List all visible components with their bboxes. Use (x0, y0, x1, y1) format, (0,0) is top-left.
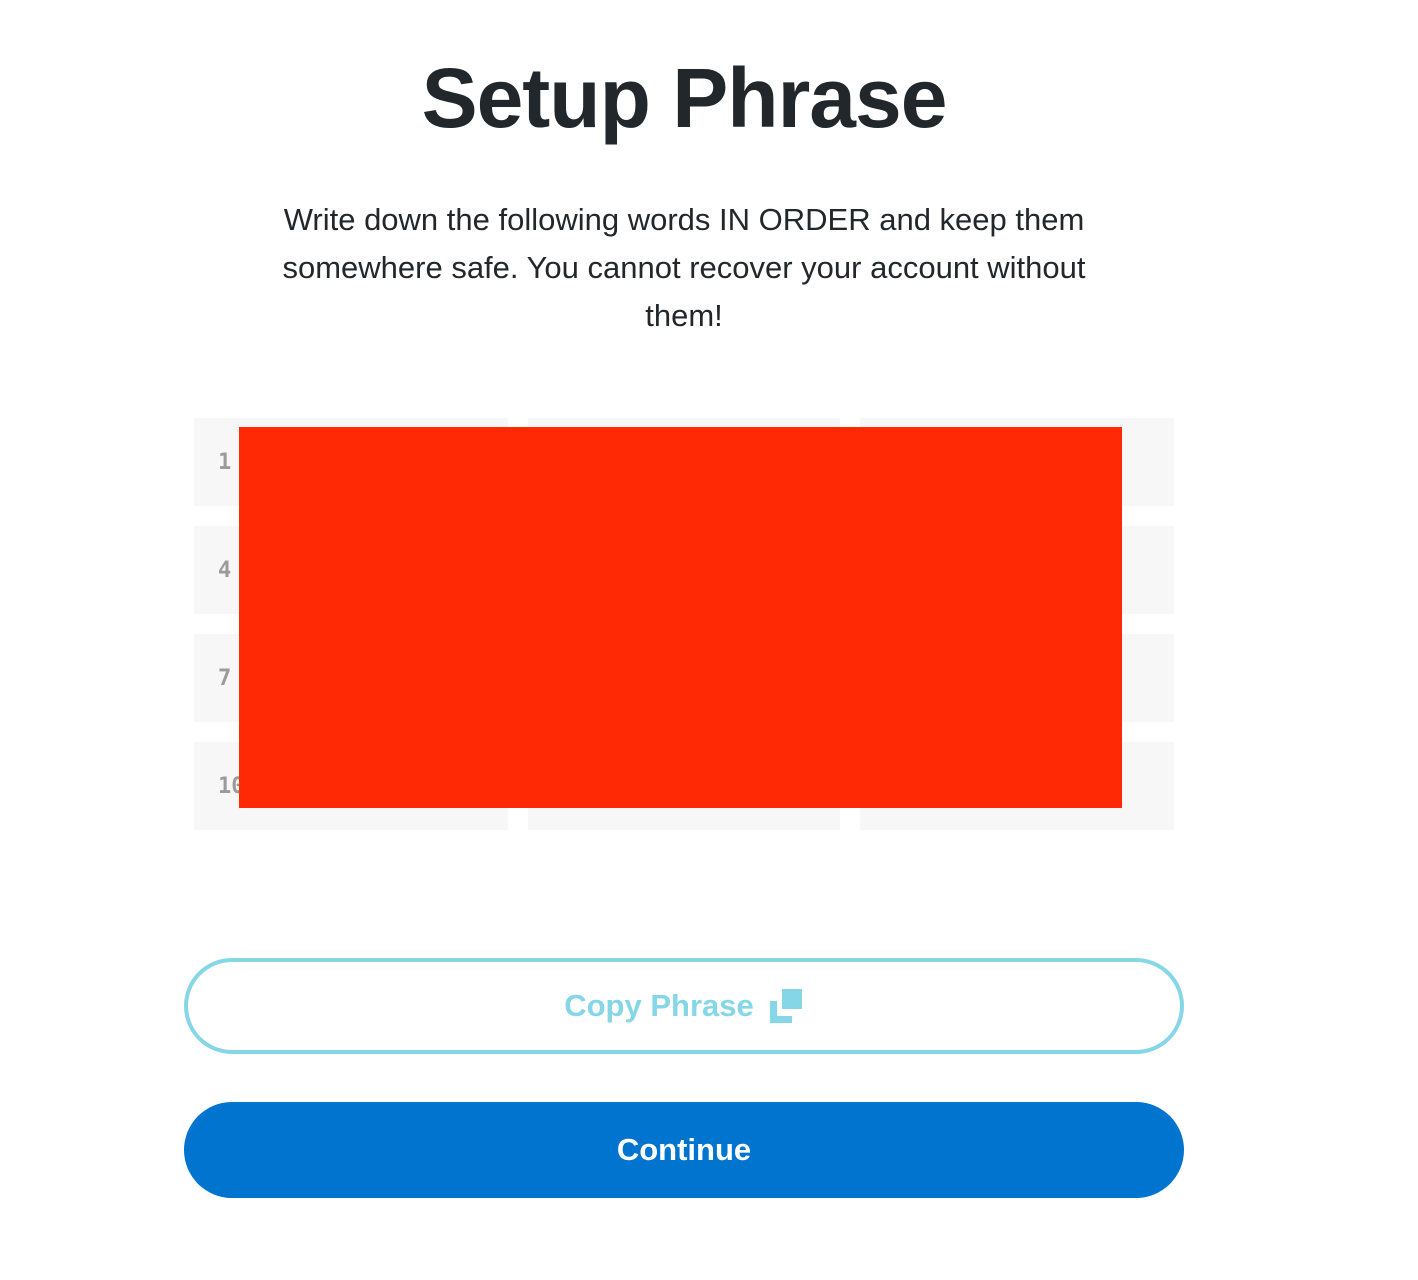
copy-icon (769, 989, 804, 1023)
redaction-overlay (239, 427, 1122, 808)
copy-phrase-label: Copy Phrase (564, 988, 754, 1023)
continue-button[interactable]: Continue (184, 1102, 1184, 1198)
instructions-text: Write down the following words IN ORDER … (282, 202, 1086, 333)
continue-label: Continue (616, 1132, 752, 1167)
page-title: Setup Phrase (421, 51, 948, 145)
copy-phrase-button[interactable]: Copy Phrase (184, 958, 1184, 1054)
